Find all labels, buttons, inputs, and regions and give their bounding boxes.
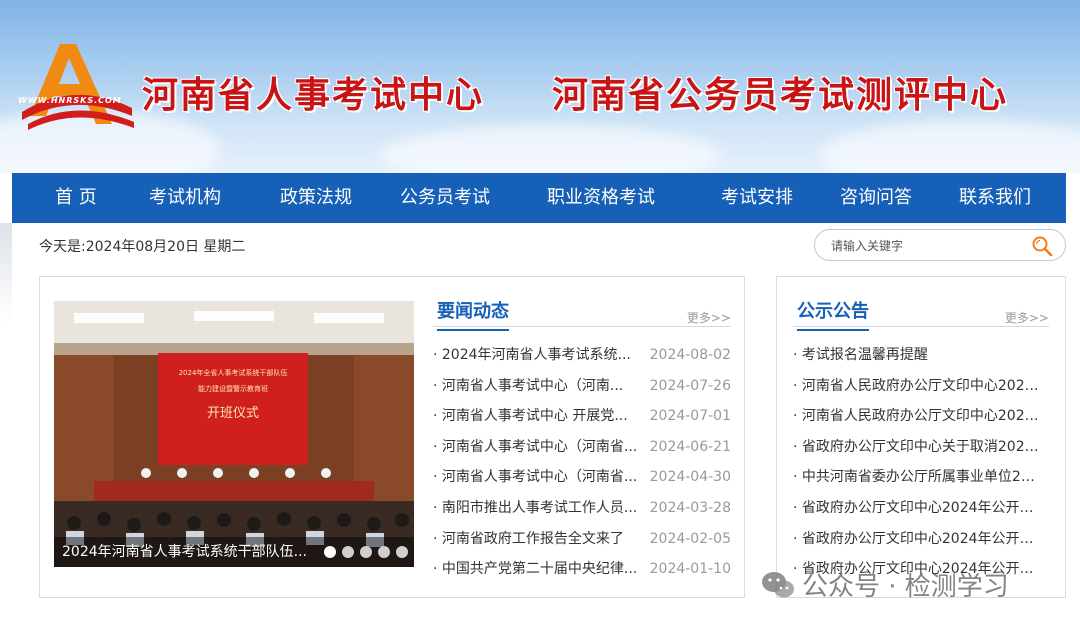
notice-item-title[interactable]: · 河南省人民政府办公厅文印中心2024... [793, 401, 1043, 432]
wechat-icon [762, 571, 794, 597]
news-item-date: 2024-02-05 [649, 530, 731, 547]
search-box [814, 229, 1066, 261]
wechat-watermark: 公众号 · 检测学习 [760, 566, 1009, 603]
search-icon[interactable] [1031, 235, 1053, 257]
today-date: 今天是:2024年08月20日 星期二 [39, 239, 246, 255]
notice-item-title[interactable]: · 省政府办公厅文印中心2024年公开招... [793, 524, 1043, 555]
news-item[interactable]: · 中国共产党第二十届中央纪律... 2024-01-10 [433, 554, 731, 585]
notice-item[interactable]: · 省政府办公厅文印中心2024年公开招... [793, 493, 1049, 524]
slide-screen-line1: 2024年全省人事考试系统干部队伍 [179, 368, 288, 377]
nav-item-exam-institutions[interactable]: 考试机构 [149, 173, 221, 223]
notice-item[interactable]: · 河南省人民政府办公厅文印中心2024... [793, 401, 1049, 432]
notice-item-title[interactable]: · 省政府办公厅文印中心关于取消2024... [793, 432, 1043, 463]
notice-section-title: 公示公告 [797, 297, 869, 331]
slide-dot[interactable] [360, 546, 372, 558]
news-item-date: 2024-01-10 [649, 561, 731, 578]
notice-item-title[interactable]: · 中共河南省委办公厅所属事业单位20... [793, 462, 1043, 493]
notice-item-title[interactable]: · 考试报名温馨再提醒 [793, 340, 1043, 371]
news-item-title[interactable]: · 河南省人事考试中心（河南... [433, 371, 638, 402]
notice-panel: 公示公告 更多>> · 考试报名温馨再提醒 · 河南省人民政府办公厅文印中心20… [776, 276, 1066, 598]
news-item-date: 2024-07-01 [649, 408, 731, 425]
news-item-date: 2024-03-28 [649, 499, 731, 516]
news-section-title: 要闻动态 [437, 297, 509, 331]
slide-dot[interactable] [396, 546, 408, 558]
notice-more-link[interactable]: 更多>> [1005, 309, 1049, 326]
news-panel: 2024年全省人事考试系统干部队伍 能力建设暨警示教育班 开班仪式 2024年河… [39, 276, 745, 598]
slide-dot[interactable] [378, 546, 390, 558]
banner-cloud [380, 125, 720, 173]
news-item-title[interactable]: · 河南省政府工作报告全文来了 [433, 524, 638, 555]
nav-item-policies[interactable]: 政策法规 [280, 173, 352, 223]
slide-screen-line2: 能力建设暨警示教育班 [198, 384, 268, 393]
slide-photo[interactable]: 2024年全省人事考试系统干部队伍 能力建设暨警示教育班 开班仪式 [54, 301, 414, 567]
nav-item-contact[interactable]: 联系我们 [959, 173, 1031, 223]
slide-screen-line3: 开班仪式 [207, 406, 259, 421]
news-item-date: 2024-08-02 [649, 347, 731, 363]
news-item-title[interactable]: · 河南省人事考试中心（河南省... [433, 462, 638, 493]
search-input[interactable] [831, 236, 1031, 256]
nav-item-exam-schedule[interactable]: 考试安排 [721, 173, 793, 223]
nav-item-professional-qualification[interactable]: 职业资格考试 [547, 173, 655, 223]
site-logo[interactable] [14, 40, 134, 130]
news-item-title[interactable]: · 南阳市推出人事考试工作人员... [433, 493, 638, 524]
slide-pagination [324, 546, 408, 558]
news-item-title[interactable]: · 河南省人事考试中心（河南省... [433, 432, 638, 463]
notice-item[interactable]: · 中共河南省委办公厅所属事业单位20... [793, 462, 1049, 493]
notice-list: · 考试报名温馨再提醒 · 河南省人民政府办公厅文印中心2024... · 河南… [793, 340, 1049, 585]
site-title-right: 河南省公务员考试测评中心 [552, 74, 1009, 116]
nav-item-civil-service-exam[interactable]: 公务员考试 [400, 173, 490, 223]
notice-item[interactable]: · 考试报名温馨再提醒 [793, 340, 1049, 371]
news-item-title[interactable]: · 河南省人事考试中心 开展党... [433, 401, 638, 432]
slide-dot[interactable] [324, 546, 336, 558]
notice-item[interactable]: · 省政府办公厅文印中心2024年公开招... [793, 524, 1049, 555]
news-item-date: 2024-06-21 [649, 438, 731, 455]
news-item-date: 2024-07-26 [649, 377, 731, 394]
news-item[interactable]: · 河南省人事考试中心 开展党... 2024-07-01 [433, 401, 731, 432]
news-item-title[interactable]: · 中国共产党第二十届中央纪律... [433, 554, 638, 585]
news-section-header: 要闻动态 更多>> [433, 297, 731, 331]
news-item[interactable]: · 2024年河南省人事考试系统... 2024-08-02 [433, 340, 731, 371]
notice-item-title[interactable]: · 省政府办公厅文印中心2024年公开招... [793, 493, 1043, 524]
news-item[interactable]: · 河南省政府工作报告全文来了 2024-02-05 [433, 524, 731, 555]
notice-item[interactable]: · 河南省人民政府办公厅文印中心2024... [793, 371, 1049, 402]
news-item[interactable]: · 河南省人事考试中心（河南省... 2024-06-21 [433, 432, 731, 463]
news-list: · 2024年河南省人事考试系统... 2024-08-02 · 河南省人事考试中… [433, 340, 731, 585]
logo-url-text: WWW.HNRSKS.COM [18, 96, 122, 105]
site-title-left: 河南省人事考试中心 [142, 74, 485, 116]
notice-item[interactable]: · 省政府办公厅文印中心关于取消2024... [793, 432, 1049, 463]
notice-section-header: 公示公告 更多>> [793, 297, 1049, 331]
page: WWW.HNRSKS.COM 河南省人事考试中心 河南省公务员考试测评中心 首 … [0, 0, 1080, 627]
news-slideshow[interactable]: 2024年全省人事考试系统干部队伍 能力建设暨警示教育班 开班仪式 2024年河… [54, 301, 414, 567]
news-more-link[interactable]: 更多>> [687, 309, 731, 326]
notice-item-title[interactable]: · 河南省人民政府办公厅文印中心2024... [793, 371, 1043, 402]
news-item[interactable]: · 南阳市推出人事考试工作人员... 2024-03-28 [433, 493, 731, 524]
nav-item-home[interactable]: 首 页 [55, 173, 97, 223]
slide-dot[interactable] [342, 546, 354, 558]
nav-item-faq[interactable]: 咨询问答 [840, 173, 912, 223]
news-item-title[interactable]: · 2024年河南省人事考试系统... [433, 340, 638, 371]
banner-cloud [820, 120, 1080, 173]
site-banner: WWW.HNRSKS.COM 河南省人事考试中心 河南省公务员考试测评中心 [0, 0, 1080, 173]
news-item[interactable]: · 河南省人事考试中心（河南省... 2024-04-30 [433, 462, 731, 493]
watermark-text: 公众号 · 检测学习 [802, 572, 1009, 602]
news-item-date: 2024-04-30 [649, 469, 731, 486]
news-item[interactable]: · 河南省人事考试中心（河南... 2024-07-26 [433, 371, 731, 402]
main-nav: 首 页 考试机构 政策法规 公务员考试 职业资格考试 考试安排 咨询问答 联系我… [12, 173, 1066, 223]
page-edge-shadow [0, 223, 12, 323]
